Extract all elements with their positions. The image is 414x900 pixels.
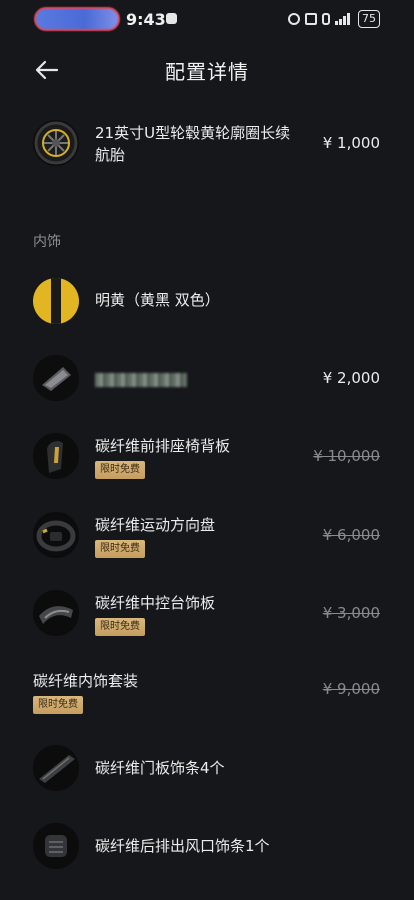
message-notification-icon <box>166 13 177 24</box>
interior-color-name: 明黄（黄黑 双色） <box>95 291 220 309</box>
bluetooth-icon <box>322 13 330 25</box>
package-item-row: 碳纤维门板饰条4个 <box>0 745 414 795</box>
package-item-name: 碳纤维后排出风口饰条1个 <box>95 837 270 855</box>
free-badge: 限时免费 <box>33 696 83 714</box>
free-badge: 限时免费 <box>95 461 145 479</box>
carbon-item-row: 碳纤维中控台饰板 限时免费 ¥ 3,000 <box>0 590 414 650</box>
vent-trim-thumbnail <box>33 823 79 869</box>
item-thumbnail <box>33 355 79 401</box>
carrier-redacted <box>34 7 120 31</box>
carbon-item-price: ¥ 6,000 <box>322 526 380 544</box>
carbon-item-row: 碳纤维前排座椅背板 限时免费 ¥ 10,000 <box>0 433 414 493</box>
wheel-option-name: 21英寸U型轮毂黄轮廓圈长续航胎 <box>95 124 291 164</box>
package-item-row: 碳纤维后排出风口饰条1个 <box>0 823 414 873</box>
eye-icon <box>288 13 300 25</box>
wheel-option-row: 21英寸U型轮毂黄轮廓圈长续航胎 ¥ 1,000 <box>0 118 414 178</box>
redacted-item-name <box>95 373 187 387</box>
section-label-interior: 内饰 <box>33 234 61 250</box>
signal-icon <box>335 13 350 25</box>
seat-back-thumbnail <box>33 433 79 479</box>
carbon-item-name: 碳纤维中控台饰板 <box>95 594 216 612</box>
blurred-item-price: ¥ 2,000 <box>322 369 380 387</box>
carbon-package-row: 碳纤维内饰套装 限时免费 ¥ 9,000 <box>0 670 414 720</box>
door-trim-thumbnail <box>33 745 79 791</box>
carbon-item-price: ¥ 3,000 <box>322 604 380 622</box>
status-time: 9:43 <box>126 10 166 29</box>
wheel-option-price: ¥ 1,000 <box>322 134 380 152</box>
page-header: 配置详情 <box>0 50 414 90</box>
blurred-item-row: ¥ 2,000 <box>0 355 414 405</box>
interior-color-swatch <box>33 278 79 324</box>
console-trim-thumbnail <box>33 590 79 636</box>
page-title: 配置详情 <box>165 60 249 84</box>
interior-color-row: 明黄（黄黑 双色） <box>0 277 414 327</box>
package-name: 碳纤维内饰套装 <box>33 672 139 690</box>
free-badge: 限时免费 <box>95 540 145 558</box>
free-badge: 限时免费 <box>95 618 145 636</box>
battery-level: 75 <box>358 10 380 28</box>
status-icons: 75 <box>288 10 380 28</box>
package-item-name: 碳纤维门板饰条4个 <box>95 759 225 777</box>
steering-wheel-thumbnail <box>33 512 79 558</box>
nfc-icon <box>305 13 317 25</box>
carbon-item-name: 碳纤维前排座椅背板 <box>95 437 231 455</box>
wheel-thumbnail <box>33 120 79 166</box>
carbon-item-price: ¥ 10,000 <box>313 447 380 465</box>
carbon-item-row: 碳纤维运动方向盘 限时免费 ¥ 6,000 <box>0 512 414 572</box>
package-price: ¥ 9,000 <box>322 680 380 698</box>
status-bar: 9:43 75 <box>0 0 414 38</box>
carbon-item-name: 碳纤维运动方向盘 <box>95 516 216 534</box>
